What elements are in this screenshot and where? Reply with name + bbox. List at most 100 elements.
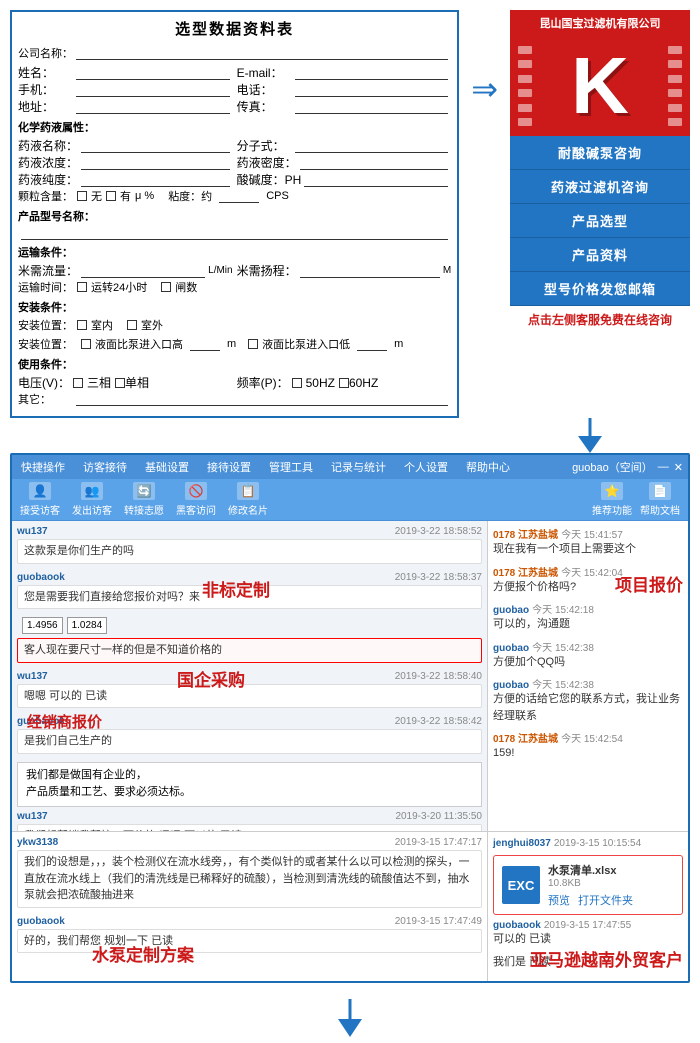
checkbox-yes[interactable] bbox=[106, 191, 116, 201]
form-row-transport: 米需流量： L/Min 米需扬程： M bbox=[18, 262, 451, 279]
file-open-btn[interactable]: 打开文件夹 bbox=[578, 892, 633, 908]
chat-msg-ykw3138-body: 我们的设想是，，，装个检测仪在流水线旁，，有个类似针的或者某什么以可以检测的探头… bbox=[17, 850, 482, 908]
chat-bottom-left[interactable]: ykw3138 2019-3-15 17:47:17 我们的设想是，，，装个检测… bbox=[12, 832, 488, 981]
chat-right-msg-1-time: 今天 15:41:57 bbox=[561, 530, 623, 541]
fax-label: 传真： bbox=[237, 98, 292, 115]
checkbox-50hz[interactable] bbox=[292, 378, 302, 388]
menubar-jiedai[interactable]: 接待设置 bbox=[203, 457, 255, 477]
form-half-address: 地址： bbox=[18, 98, 233, 115]
brand-footer: 点击左侧客服免费在线咨询 bbox=[526, 306, 674, 333]
toolbar-transfer[interactable]: 🔄 转接志愿 bbox=[124, 482, 164, 517]
chat-right-bottom-2-name: guobaook bbox=[493, 920, 541, 931]
chat-right-bottom-2-header: guobaook 2019-3-15 17:47:55 bbox=[493, 919, 683, 931]
form-half-freq: 频率(P)： 50HZ 60HZ bbox=[237, 374, 452, 391]
stripe-1 bbox=[518, 46, 532, 54]
menubar-fangjie[interactable]: 访客接待 bbox=[79, 457, 131, 477]
toolbar-recommend-icon: ⭐ bbox=[601, 482, 623, 500]
density-label: 药液密度： bbox=[237, 154, 297, 171]
checkbox-inlet-below[interactable] bbox=[248, 339, 258, 349]
menubar-guanli[interactable]: 管理工具 bbox=[265, 457, 317, 477]
form-row-purity: 药液纯度： 酸碱度：PH bbox=[18, 171, 451, 188]
chat-right-msg-4-name: guobao bbox=[493, 643, 529, 654]
brand-menu-item-1[interactable]: 药液过滤机咨询 bbox=[510, 170, 690, 204]
concentration-label: 药液浓度： bbox=[18, 154, 78, 171]
toolbar-accept[interactable]: 👤 接受访客 bbox=[20, 482, 60, 517]
chat-right-panel[interactable]: 0178 江苏盐城 今天 15:41:57 现在我有一个项目上需要这个 0178… bbox=[488, 521, 688, 831]
checkbox-phase3[interactable] bbox=[73, 378, 83, 388]
form-row-particle: 颗粒含量： 无 有 μ % 粘度：约 CPS bbox=[18, 188, 451, 204]
install-pos-label: 安装位置： bbox=[18, 336, 73, 352]
brand-logo-box: K bbox=[510, 36, 690, 136]
chat-right-bottom-1-name: jenghui8037 bbox=[493, 838, 551, 849]
toolbar-send[interactable]: 👥 发出访客 bbox=[72, 482, 112, 517]
file-name: 水泵清单.xlsx bbox=[548, 862, 674, 878]
chat-right-msg-4-body: 方便加个QQ吗 bbox=[493, 654, 683, 671]
chat-msg-wu137-3-body: 我们想帮销我帮搞一下价格 嗯嗯 可以的 已读 bbox=[17, 824, 482, 831]
company-label: 公司名称： bbox=[18, 45, 73, 61]
toolbar-help-icon: 📄 bbox=[649, 482, 671, 500]
form-row-install: 安装位置： 室内 室外 bbox=[18, 317, 451, 333]
toolbar-block-label: 黑客访问 bbox=[176, 502, 216, 517]
chat-right-bottom-3-body: 我们是 已读 bbox=[493, 954, 683, 971]
chat-right-msg-3-name: guobao bbox=[493, 605, 529, 616]
toolbar-card[interactable]: 📋 修改名片 bbox=[228, 482, 268, 517]
window-close[interactable]: ✕ bbox=[674, 461, 683, 474]
chat-right-msg-5-name: guobao bbox=[493, 680, 529, 691]
toolbar-recommend[interactable]: ⭐ 推荐功能 bbox=[592, 482, 632, 517]
chat-msg-ykw3138-header: ykw3138 2019-3-15 17:47:17 bbox=[17, 837, 482, 848]
chat-bottom-right[interactable]: jenghui8037 2019-3-15 10:15:54 EXC 水泵清单.… bbox=[488, 832, 688, 981]
runtime-label: 运输时间： bbox=[18, 279, 73, 295]
menubar-bangzhu[interactable]: 帮助中心 bbox=[462, 457, 514, 477]
menubar-jichu[interactable]: 基础设置 bbox=[141, 457, 193, 477]
menubar-geren[interactable]: 个人设置 bbox=[400, 457, 452, 477]
chat-msg-wu137-3-time: 2019-3-20 11:35:50 bbox=[395, 811, 482, 822]
stripe-r1 bbox=[668, 46, 682, 54]
toolbar-block[interactable]: 🚫 黑客访问 bbox=[176, 482, 216, 517]
timer-label: 闸数 bbox=[175, 279, 197, 295]
guoqi-text-box: 我们都是做国有企业的，产品质量和工艺、要求必须达标。 bbox=[17, 762, 482, 807]
chat-right-msg-6-time: 今天 15:42:54 bbox=[561, 734, 623, 745]
stripe-r6 bbox=[668, 118, 682, 126]
toolbar-help[interactable]: 📄 帮助文档 bbox=[640, 482, 680, 517]
checkbox-indoor[interactable] bbox=[77, 320, 87, 330]
stripe-5 bbox=[518, 104, 532, 112]
tel-line bbox=[295, 83, 449, 97]
molecular-label: 分子式： bbox=[237, 137, 292, 154]
other-line bbox=[76, 392, 448, 406]
toolbar-send-icon: 👥 bbox=[81, 482, 103, 500]
brand-menu-item-2[interactable]: 产品选型 bbox=[510, 204, 690, 238]
arrow-right: ⇒ bbox=[469, 70, 500, 108]
chat-msg-ykw3138: ykw3138 2019-3-15 17:47:17 我们的设想是，，，装个检测… bbox=[17, 837, 482, 908]
checkbox-outdoor[interactable] bbox=[127, 320, 137, 330]
file-card: EXC 水泵清单.xlsx 10.8KB 预览 打开文件夹 bbox=[493, 855, 683, 915]
chat-left-panel[interactable]: wu137 2019-3-22 18:58:52 这款泵是你们生产的吗 guob… bbox=[12, 521, 488, 831]
chat-right-msg-1: 0178 江苏盐城 今天 15:41:57 现在我有一个项目上需要这个 bbox=[493, 526, 683, 558]
chat-right-msg-6-body: 159! bbox=[493, 745, 683, 762]
form-row-other: 其它： bbox=[18, 391, 451, 407]
checkbox-60hz[interactable] bbox=[339, 378, 349, 388]
bottom-arrow-section bbox=[0, 993, 700, 1043]
form-row-model bbox=[18, 226, 451, 240]
chat-msg-ykw3138-time: 2019-3-15 17:47:17 bbox=[395, 837, 482, 848]
checkbox-timer[interactable] bbox=[161, 282, 171, 292]
chat-right-msg-2-header: 0178 江苏盐城 今天 15:42:04 bbox=[493, 564, 683, 579]
menubar-kuaijie[interactable]: 快捷操作 bbox=[17, 457, 69, 477]
brand-menu-item-4[interactable]: 型号价格发您邮箱 bbox=[510, 272, 690, 306]
checkbox-phase1[interactable] bbox=[115, 378, 125, 388]
tel-label: 电话： bbox=[237, 81, 292, 98]
contact-label: 姓名： bbox=[18, 64, 73, 81]
file-preview-btn[interactable]: 预览 bbox=[548, 892, 570, 908]
brand-menu: 耐酸碱泵咨询 药液过滤机咨询 产品选型 产品资料 型号价格发您邮箱 bbox=[510, 136, 690, 306]
chat-msg-guobaook-2-body: 是我们自己生产的 bbox=[17, 729, 482, 754]
brand-menu-item-0[interactable]: 耐酸碱泵咨询 bbox=[510, 136, 690, 170]
menubar-jilu[interactable]: 记录与统计 bbox=[327, 457, 390, 477]
checkbox-none[interactable] bbox=[77, 191, 87, 201]
chat-msg-guobaook-bottom-header: guobaook 2019-3-15 17:47:49 bbox=[17, 916, 482, 927]
run24-label: 运转24小时 bbox=[91, 279, 147, 295]
checkbox-inlet-above[interactable] bbox=[81, 339, 91, 349]
ph-line bbox=[304, 173, 448, 187]
window-minimize[interactable]: — bbox=[658, 461, 669, 473]
brand-menu-item-3[interactable]: 产品资料 bbox=[510, 238, 690, 272]
checkbox-run24[interactable] bbox=[77, 282, 87, 292]
chat-msg-guobaook-2-header: guobaook 2019-3-22 18:58:42 bbox=[17, 716, 482, 727]
